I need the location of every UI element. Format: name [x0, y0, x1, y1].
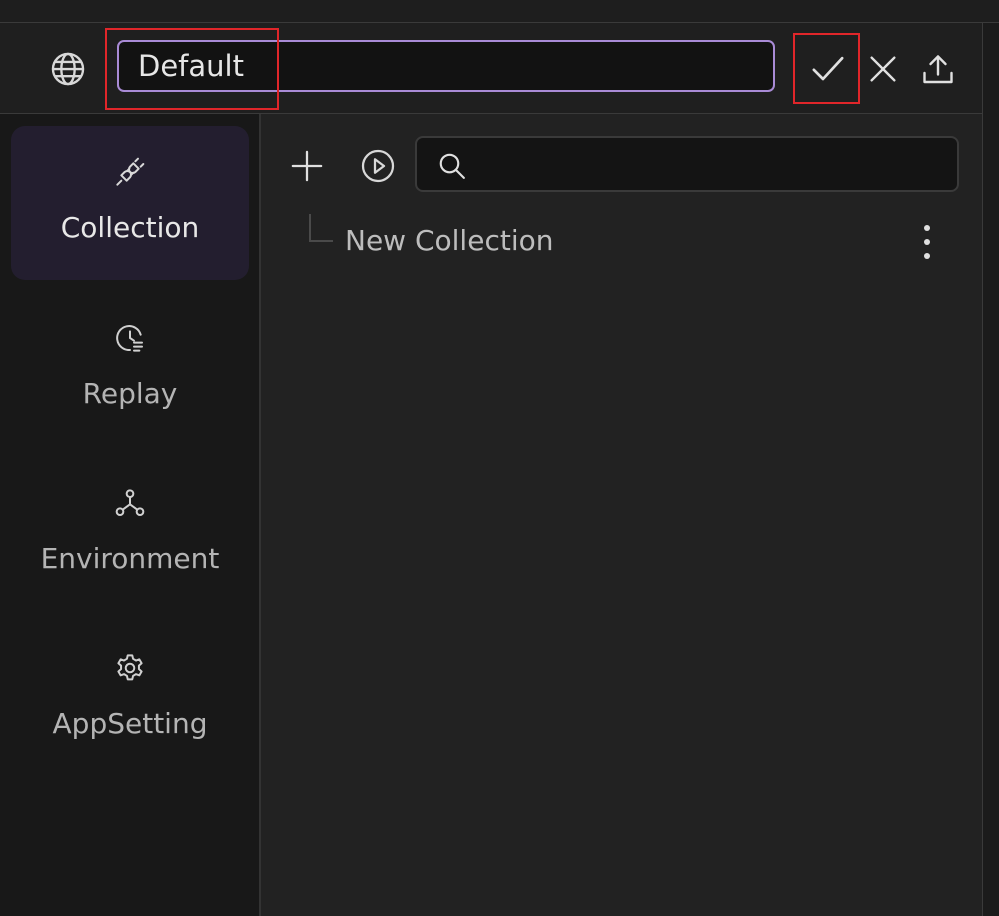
tree-item-label: New Collection: [345, 224, 554, 257]
check-icon: [812, 56, 844, 81]
right-scroll-gutter: [982, 23, 999, 916]
environment-header: [0, 23, 982, 114]
sidebar-item-appsetting[interactable]: AppSetting: [11, 622, 249, 776]
tree-item-new-collection[interactable]: New Collection: [261, 210, 982, 278]
search-input[interactable]: [479, 138, 953, 192]
sidebar-item-label: Replay: [82, 377, 178, 410]
sidebar-item-environment[interactable]: Environment: [11, 457, 249, 611]
environment-name-input[interactable]: [117, 40, 775, 92]
export-button[interactable]: [916, 48, 960, 92]
search-box[interactable]: [415, 136, 959, 192]
confirm-button[interactable]: [806, 45, 850, 93]
history-icon: [112, 320, 148, 356]
globe-icon[interactable]: [45, 46, 91, 92]
play-circle-icon: [361, 149, 395, 183]
cancel-button[interactable]: [862, 48, 904, 90]
close-icon: [870, 56, 896, 82]
plug-icon: [112, 154, 148, 190]
run-collection-button[interactable]: [356, 144, 400, 188]
sidebar-item-label: Environment: [40, 542, 220, 575]
collection-panel: New Collection: [261, 114, 982, 916]
tree-connector-horizontal: [309, 240, 333, 242]
network-icon: [112, 485, 148, 521]
sidebar: Collection Replay Environment AppSetting: [0, 114, 261, 916]
sidebar-item-label: Collection: [60, 211, 200, 244]
plus-icon: [291, 150, 323, 182]
title-strip: [0, 0, 999, 23]
tree-connector-vertical: [309, 214, 311, 240]
upload-icon: [923, 55, 953, 84]
add-collection-button[interactable]: [285, 144, 329, 188]
sidebar-item-replay[interactable]: Replay: [11, 292, 249, 446]
sidebar-item-label: AppSetting: [52, 707, 208, 740]
search-icon: [435, 149, 469, 183]
sidebar-item-collection[interactable]: Collection: [11, 126, 249, 280]
more-vertical-icon: [924, 225, 930, 259]
gear-icon: [112, 650, 148, 686]
app-window: Collection Replay: [0, 0, 999, 916]
more-options-button[interactable]: [909, 220, 945, 264]
